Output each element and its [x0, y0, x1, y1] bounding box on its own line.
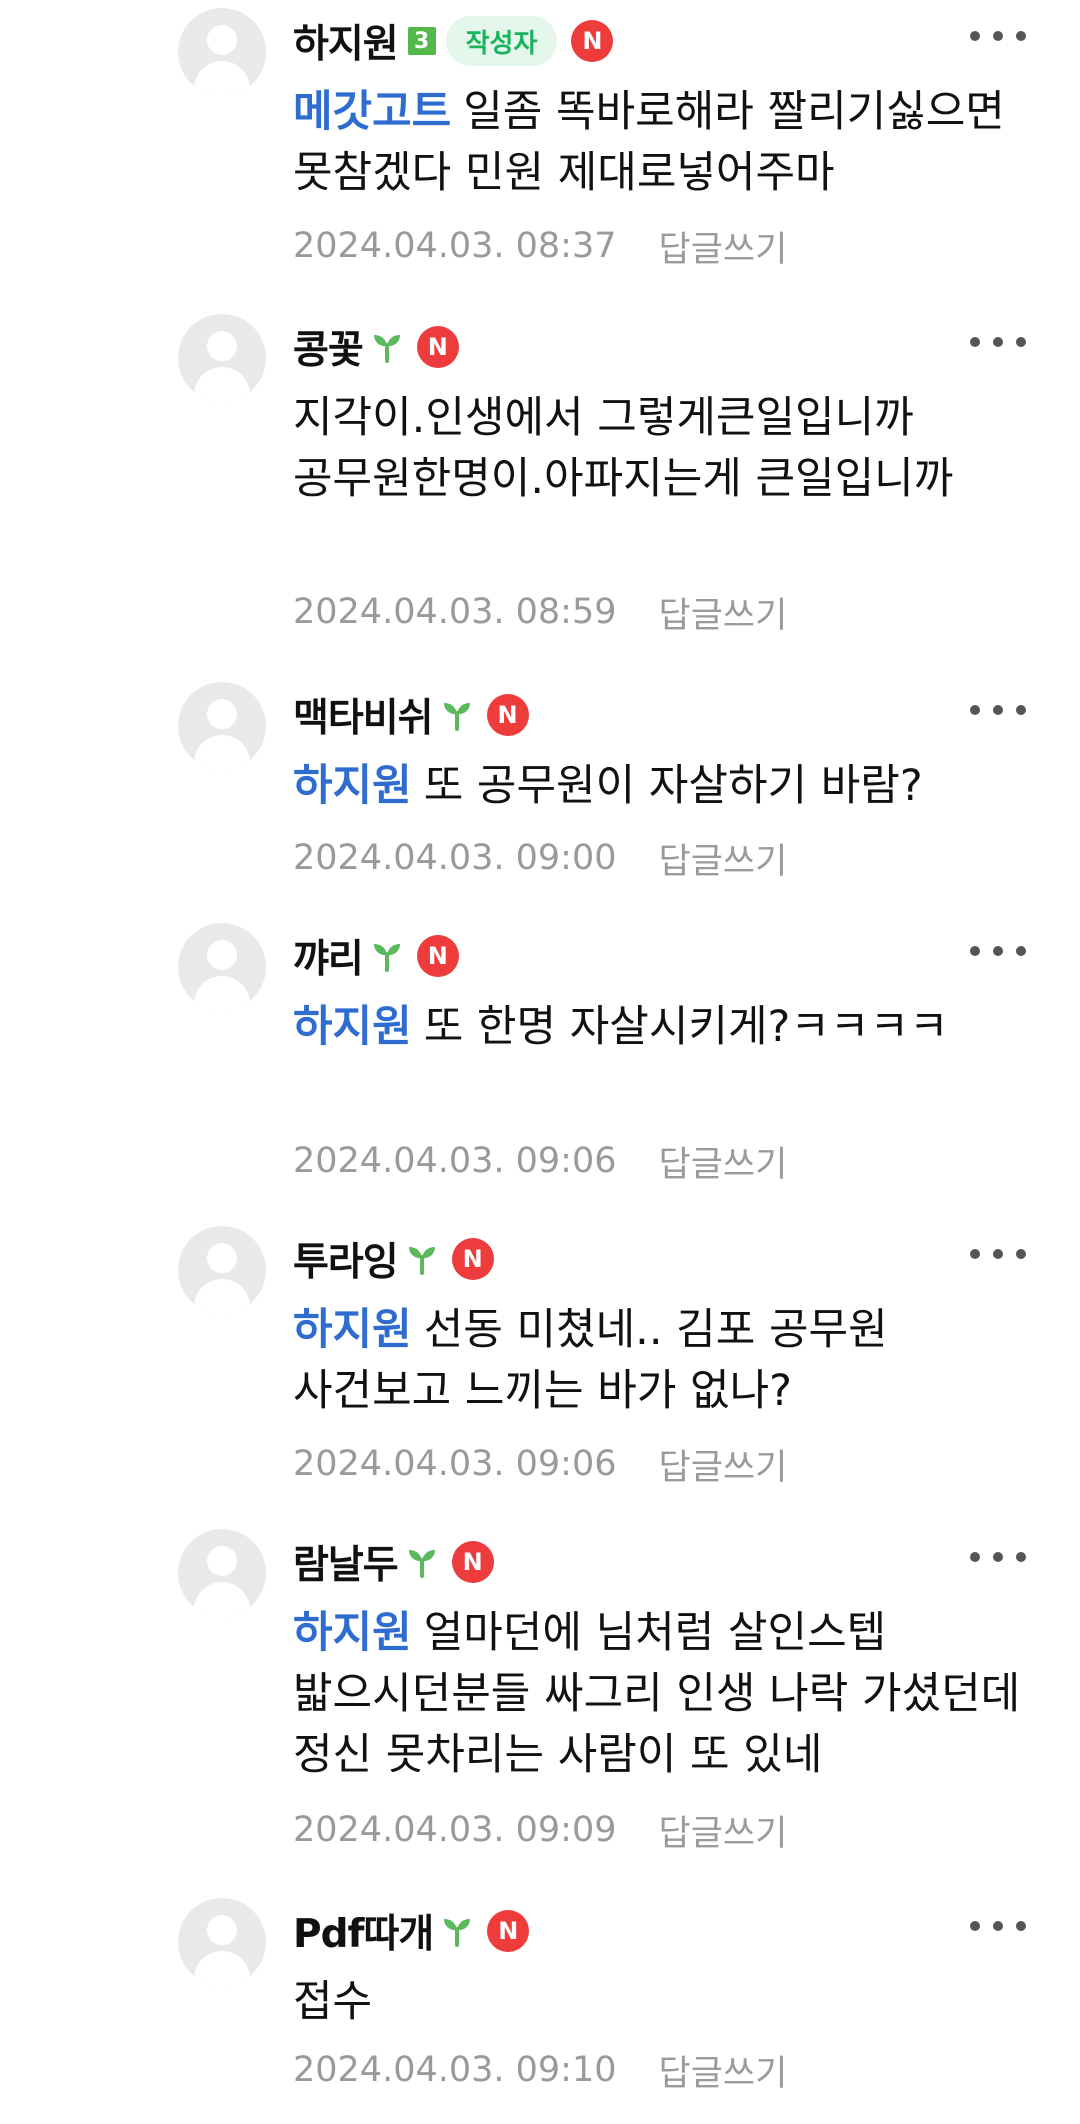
default-avatar-icon[interactable]: [178, 1529, 266, 1617]
sprout-icon: [373, 335, 400, 363]
comment-date: 2024.04.03. 09:00: [293, 838, 617, 878]
default-avatar-icon[interactable]: [178, 923, 266, 1011]
comment-meta: 2024.04.03. 09:06 답글쓰기: [293, 1440, 787, 1488]
comment-meta: 2024.04.03. 08:59 답글쓰기: [293, 588, 787, 636]
mention-link[interactable]: 하지원: [293, 1305, 412, 1355]
default-avatar-icon[interactable]: [178, 1226, 266, 1314]
comment-meta: 2024.04.03. 09:00 답글쓰기: [293, 834, 787, 882]
sprout-icon: [408, 1550, 435, 1578]
comment-date: 2024.04.03. 09:09: [293, 1810, 617, 1850]
mention-link[interactable]: 메갓고트: [293, 87, 451, 137]
reply-button[interactable]: 답글쓰기: [659, 221, 788, 272]
comment-date: 2024.04.03. 08:59: [293, 592, 617, 632]
comment-text: 하지원 선동 미쳤네.. 김포 공무원 사건보고 느끼는 바가 없나?: [293, 1300, 1043, 1422]
sprout-icon: [373, 944, 400, 972]
more-options-icon[interactable]: [970, 28, 1026, 44]
author-nickname[interactable]: 하지원: [293, 13, 399, 69]
new-badge-icon: N: [487, 1910, 530, 1952]
comment-body: 접수: [293, 1977, 373, 2027]
new-badge-icon: N: [416, 935, 459, 977]
default-avatar-icon[interactable]: [178, 314, 266, 402]
more-options-icon[interactable]: [970, 702, 1026, 718]
author-nickname[interactable]: 람날두: [293, 1534, 399, 1590]
comment-text: 지각이.인생에서 그렇게큰일입니까 공무원한명이.아파지는게 큰일입니까: [293, 388, 1043, 510]
new-badge-icon: N: [486, 694, 529, 736]
comment-date: 2024.04.03. 09:06: [293, 1444, 617, 1484]
more-options-icon[interactable]: [970, 943, 1026, 959]
new-badge-icon: N: [451, 1541, 494, 1583]
new-badge-icon: N: [416, 326, 459, 368]
comment-text: 하지원 얼마던에 님처럼 살인스텝 밟으시던분들 싸그리 인생 나락 가셨던데 정…: [293, 1603, 1043, 1786]
author-row: 꺄리 N: [293, 925, 459, 987]
sprout-icon: [444, 1919, 471, 1947]
comment-meta: 2024.04.03. 09:06 답글쓰기: [293, 1137, 787, 1185]
reply-button[interactable]: 답글쓰기: [659, 587, 788, 638]
sprout-icon: [408, 1247, 435, 1275]
author-row: 콩꽃 N: [293, 316, 459, 378]
comment-date: 2024.04.03. 09:10: [293, 2050, 617, 2090]
more-options-icon[interactable]: [970, 1549, 1026, 1565]
author-row: 투라잉 N: [293, 1228, 494, 1290]
comment-text: 하지원 또 한명 자살시키게?ㅋㅋㅋㅋ: [293, 997, 1043, 1058]
author-nickname[interactable]: 투라잉: [293, 1231, 399, 1287]
reply-button[interactable]: 답글쓰기: [659, 2045, 788, 2096]
comment-text: 메갓고트 일좀 똑바로해라 짤리기싫으면 못참겠다 민원 제대로넣어주마: [293, 82, 1043, 204]
reply-button[interactable]: 답글쓰기: [659, 833, 788, 884]
author-badge: 작성자: [445, 16, 558, 66]
comment-meta: 2024.04.03. 09:10 답글쓰기: [293, 2046, 787, 2094]
more-options-icon[interactable]: [970, 1246, 1026, 1262]
new-badge-icon: N: [451, 1238, 494, 1280]
author-nickname[interactable]: Pdf따개: [293, 1903, 434, 1959]
mention-link[interactable]: 하지원: [293, 1002, 412, 1052]
reply-button[interactable]: 답글쓰기: [659, 1136, 788, 1187]
comment-text: 접수: [293, 1972, 1043, 2033]
level-badge: 3: [407, 27, 436, 55]
mention-link[interactable]: 하지원: [293, 1608, 412, 1658]
author-row: 맥타비쉬 N: [293, 684, 529, 746]
comment-meta: 2024.04.03. 08:37 답글쓰기: [293, 222, 787, 270]
sprout-icon: [443, 703, 470, 731]
author-row: Pdf따개 N: [293, 1900, 530, 1962]
author-nickname[interactable]: 꺄리: [293, 928, 364, 984]
comment-meta: 2024.04.03. 09:09 답글쓰기: [293, 1806, 787, 1854]
reply-button[interactable]: 답글쓰기: [659, 1439, 788, 1490]
default-avatar-icon[interactable]: [178, 1898, 266, 1986]
comment-date: 2024.04.03. 09:06: [293, 1141, 617, 1181]
comment-text: 하지원 또 공무원이 자살하기 바람?: [293, 756, 1043, 817]
author-nickname[interactable]: 콩꽃: [293, 319, 364, 375]
mention-link[interactable]: 하지원: [293, 761, 412, 811]
more-options-icon[interactable]: [970, 1918, 1026, 1934]
author-row: 람날두 N: [293, 1531, 494, 1593]
reply-button[interactable]: 답글쓰기: [659, 1805, 788, 1856]
comment-body: 지각이.인생에서 그렇게큰일입니까 공무원한명이.아파지는게 큰일입니까: [293, 393, 954, 504]
more-options-icon[interactable]: [970, 334, 1026, 350]
comment-body: 또 한명 자살시키게?ㅋㅋㅋㅋ: [423, 1002, 949, 1052]
author-row: 하지원 3 작성자 N: [293, 10, 614, 72]
default-avatar-icon[interactable]: [178, 682, 266, 770]
new-badge-icon: N: [571, 20, 614, 62]
default-avatar-icon[interactable]: [178, 8, 266, 96]
comment-body: 또 공무원이 자살하기 바람?: [423, 761, 923, 811]
author-nickname[interactable]: 맥타비쉬: [293, 687, 434, 743]
comment-date: 2024.04.03. 08:37: [293, 226, 617, 266]
comment-list: 하지원 3 작성자 N 메갓고트 일좀 똑바로해라 짤리기싫으면 못참겠다 민원 …: [0, 0, 1080, 2124]
